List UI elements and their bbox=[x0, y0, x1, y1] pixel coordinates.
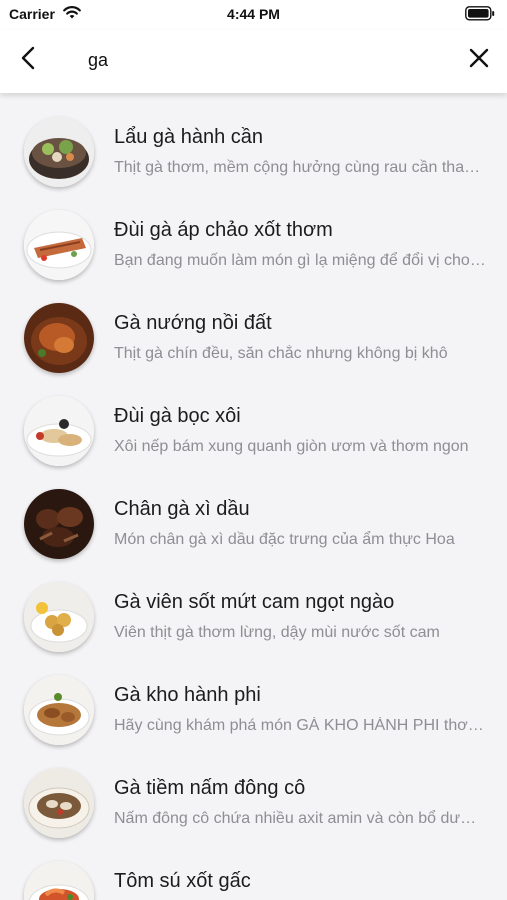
hotpot-dish-icon bbox=[24, 117, 94, 187]
item-description: Viên thịt gà thơm lừng, dậy mùi nước sốt… bbox=[114, 624, 440, 641]
clear-search-button[interactable] bbox=[465, 45, 493, 75]
mushroom-chicken-soup-dish-icon bbox=[24, 768, 94, 838]
item-description: Thịt gà thơm, mềm cộng hưởng cùng rau cầ… bbox=[114, 159, 486, 176]
list-item[interactable]: Gà kho hành phi Hãy cùng khám phá món GÀ… bbox=[0, 651, 507, 745]
braised-chicken-dish-icon bbox=[24, 675, 94, 745]
battery-icon bbox=[465, 6, 495, 21]
back-button[interactable] bbox=[14, 45, 42, 75]
item-description: Bạn đang muốn làm món gì lạ miệng để đổi… bbox=[114, 252, 486, 269]
chevron-left-icon bbox=[21, 46, 35, 75]
item-title: Lẩu gà hành cần bbox=[114, 126, 264, 148]
item-title: Tôm sú xốt gấc bbox=[114, 870, 251, 892]
pan-seared-chicken-dish-icon bbox=[24, 210, 94, 280]
item-title: Gà tiềm nấm đông cô bbox=[114, 777, 306, 799]
item-title: Chân gà xì dầu bbox=[114, 498, 250, 520]
list-item[interactable]: Gà tiềm nấm đông cô Nấm đông cô chứa nhi… bbox=[0, 744, 507, 838]
item-description: Hãy cùng khám phá món GÀ KHO HÀNH PHI th… bbox=[114, 717, 486, 734]
list-item[interactable]: Gà viên sốt mứt cam ngọt ngào Viên thịt … bbox=[0, 558, 507, 652]
search-header bbox=[0, 30, 507, 93]
item-description: Nấm đông cô chứa nhiều axit amin và còn … bbox=[114, 810, 486, 827]
soy-chicken-feet-dish-icon bbox=[24, 489, 94, 559]
list-item[interactable]: Đùi gà áp chảo xốt thơm Bạn đang muốn là… bbox=[0, 186, 507, 280]
orange-chicken-balls-dish-icon bbox=[24, 582, 94, 652]
item-title: Gà viên sốt mứt cam ngọt ngào bbox=[114, 591, 395, 613]
close-icon bbox=[469, 48, 489, 73]
item-title: Đùi gà bọc xôi bbox=[114, 405, 241, 427]
list-item[interactable]: Lẩu gà hành cần Thịt gà thơm, mềm cộng h… bbox=[0, 93, 507, 187]
shrimp-gac-sauce-dish-icon bbox=[24, 861, 94, 900]
list-item[interactable]: Tôm sú xốt gấc bbox=[0, 837, 507, 900]
item-title: Gà nướng nồi đất bbox=[114, 312, 272, 334]
status-bar: Carrier 4:44 PM bbox=[0, 0, 507, 30]
item-description: Xôi nếp bám xung quanh giòn ươm và thơm … bbox=[114, 438, 469, 455]
item-title: Gà kho hành phi bbox=[114, 684, 261, 706]
clay-pot-chicken-dish-icon bbox=[24, 303, 94, 373]
item-description: Thịt gà chín đều, săn chắc nhưng không b… bbox=[114, 345, 448, 362]
item-title: Đùi gà áp chảo xốt thơm bbox=[114, 219, 333, 241]
sticky-rice-chicken-dish-icon bbox=[24, 396, 94, 466]
list-item[interactable]: Đùi gà bọc xôi Xôi nếp bám xung quanh gi… bbox=[0, 372, 507, 466]
search-input[interactable] bbox=[88, 46, 428, 74]
item-description: Món chân gà xì dầu đặc trưng của ẩm thực… bbox=[114, 531, 455, 548]
search-results-list[interactable]: Lẩu gà hành cần Thịt gà thơm, mềm cộng h… bbox=[0, 93, 507, 900]
list-item[interactable]: Chân gà xì dầu Món chân gà xì dầu đặc tr… bbox=[0, 465, 507, 559]
list-item[interactable]: Gà nướng nồi đất Thịt gà chín đều, săn c… bbox=[0, 279, 507, 373]
status-time: 4:44 PM bbox=[227, 6, 280, 22]
